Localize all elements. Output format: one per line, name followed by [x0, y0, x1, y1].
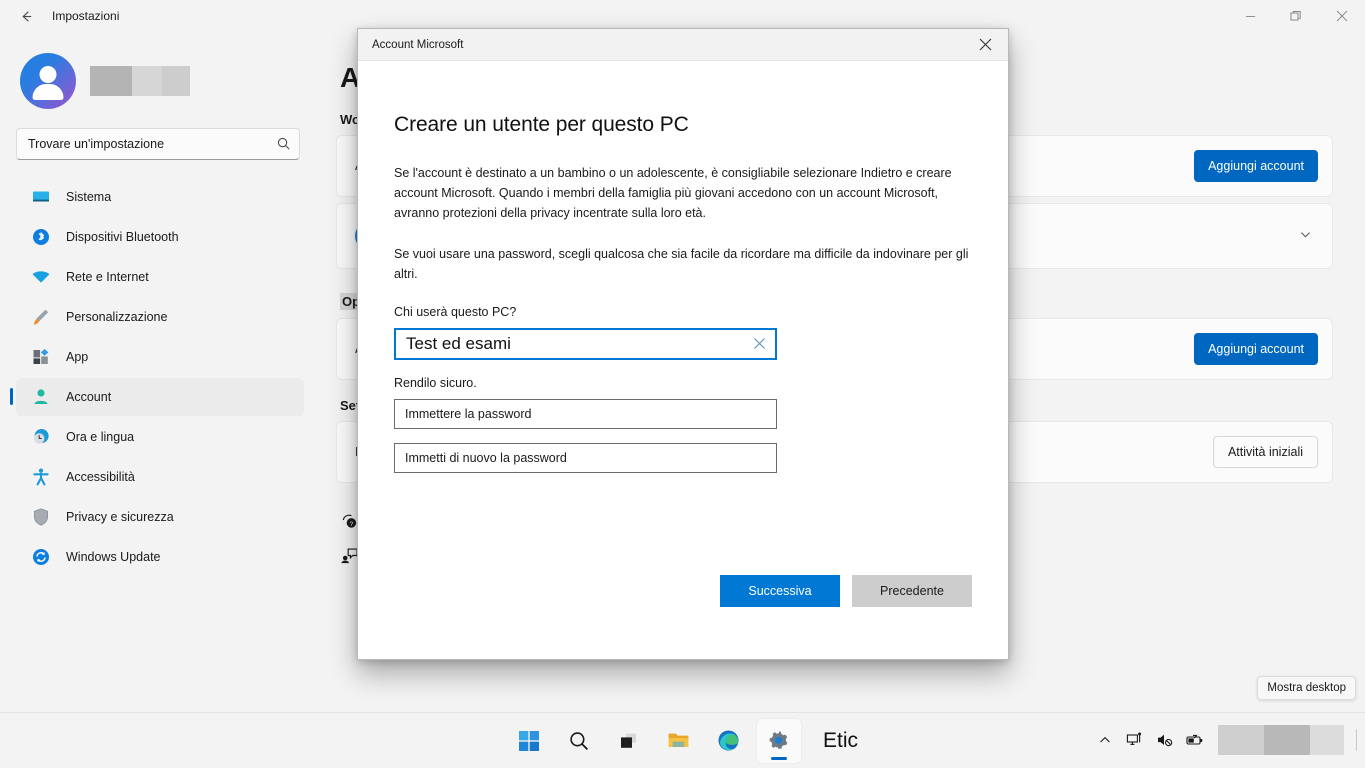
- dialog-body: Creare un utente per questo PC Se l'acco…: [358, 61, 1008, 659]
- sidebar-item-label: Rete e Internet: [66, 270, 149, 284]
- back-arrow-icon[interactable]: [10, 0, 42, 32]
- sidebar-item-privacy-e-sicurezza[interactable]: Privacy e sicurezza: [16, 498, 304, 536]
- search-container: [16, 128, 300, 160]
- sidebar-item-windows-update[interactable]: Windows Update: [16, 538, 304, 576]
- shield-icon: [30, 506, 52, 528]
- username-field-container: [394, 328, 777, 360]
- sidebar-item-label: Accessibilità: [66, 470, 135, 484]
- sidebar-item-label: Dispositivi Bluetooth: [66, 230, 179, 244]
- sidebar-item-label: Personalizzazione: [66, 310, 168, 324]
- edge-icon[interactable]: [707, 719, 751, 763]
- task-view-icon[interactable]: [607, 719, 651, 763]
- network-icon[interactable]: [1122, 725, 1148, 755]
- add-account-button[interactable]: Aggiungi account: [1194, 150, 1318, 182]
- screen: Impostazioni Trovare un'impostazione Sis…: [0, 0, 1365, 768]
- sidebar-item-ora-e-lingua[interactable]: Ora e lingua: [16, 418, 304, 456]
- file-explorer-icon[interactable]: [657, 719, 701, 763]
- search-input[interactable]: [16, 128, 300, 160]
- clock-redacted[interactable]: [1218, 725, 1344, 755]
- secure-label: Rendilo sicuro.: [394, 376, 477, 390]
- close-icon[interactable]: [962, 29, 1008, 61]
- next-button[interactable]: Successiva: [720, 575, 840, 607]
- sidebar-item-accessibilita[interactable]: Accessibilità: [16, 458, 304, 496]
- sidebar-item-rete-e-internet[interactable]: Rete e Internet: [16, 258, 304, 296]
- sidebar-item-app[interactable]: App: [16, 338, 304, 376]
- taskbar-app-text: Etic: [822, 728, 858, 752]
- sidebar: Sistema Dispositivi Bluetooth Rete e Int…: [0, 32, 320, 712]
- paintbrush-icon: [30, 306, 52, 328]
- system-tray: [1092, 712, 1357, 768]
- sidebar-item-label: App: [66, 350, 89, 364]
- password-input[interactable]: [394, 399, 777, 429]
- tray-divider: [1356, 729, 1357, 751]
- dialog-paragraph-2: Se vuoi usare una password, scegli qualc…: [394, 247, 969, 281]
- sidebar-nav: Sistema Dispositivi Bluetooth Rete e Int…: [10, 178, 304, 576]
- taskbar: Etic: [0, 712, 1365, 768]
- show-desktop-tooltip[interactable]: Mostra desktop: [1257, 676, 1356, 700]
- sidebar-item-label: Account: [66, 390, 112, 404]
- restore-button[interactable]: [1273, 0, 1319, 32]
- add-account-button[interactable]: Aggiungi account: [1194, 333, 1318, 365]
- wifi-icon: [30, 266, 52, 288]
- accessibility-icon: [30, 466, 52, 488]
- dialog-heading: Creare un utente per questo PC: [394, 113, 689, 136]
- username-label: Chi userà questo PC?: [394, 305, 517, 319]
- sidebar-item-dispositivi-bluetooth[interactable]: Dispositivi Bluetooth: [16, 218, 304, 256]
- sidebar-item-label: Privacy e sicurezza: [66, 510, 174, 524]
- search-icon: [276, 136, 291, 151]
- account-name-redacted: [90, 66, 190, 96]
- speaker-muted-icon[interactable]: [1152, 725, 1178, 755]
- username-input[interactable]: [394, 328, 777, 360]
- window-controls: [1227, 0, 1365, 32]
- sidebar-item-personalizzazione[interactable]: Personalizzazione: [16, 298, 304, 336]
- dialog-titlebar: Account Microsoft: [358, 29, 1008, 61]
- sidebar-item-account[interactable]: Account: [10, 378, 304, 416]
- dialog-actions: Successiva Precedente: [720, 575, 972, 607]
- battery-icon[interactable]: [1182, 725, 1208, 755]
- close-button[interactable]: [1319, 0, 1365, 32]
- dialog-paragraph-1: Se l'account è destinato a un bambino o …: [394, 166, 952, 220]
- apps-icon: [30, 346, 52, 368]
- avatar: [20, 53, 76, 109]
- minimize-button[interactable]: [1227, 0, 1273, 32]
- sidebar-item-label: Sistema: [66, 190, 112, 204]
- bluetooth-icon: [30, 226, 52, 248]
- person-icon: [30, 386, 52, 408]
- microsoft-account-dialog: Account Microsoft Creare un utente per q…: [357, 28, 1009, 660]
- svg-text:?: ?: [350, 521, 354, 528]
- back-button[interactable]: Precedente: [852, 575, 972, 607]
- taskbar-items: Etic: [507, 718, 858, 763]
- get-started-button[interactable]: Attività iniziali: [1212, 436, 1318, 468]
- start-icon[interactable]: [507, 719, 551, 763]
- monitor-icon: [30, 186, 52, 208]
- update-icon: [30, 546, 52, 568]
- dialog-title: Account Microsoft: [372, 38, 464, 51]
- chevron-down-icon[interactable]: [1299, 228, 1312, 244]
- sidebar-item-label: Ora e lingua: [66, 430, 135, 444]
- password-confirm-input[interactable]: [394, 443, 777, 473]
- window-title: Impostazioni: [52, 9, 120, 23]
- search-icon[interactable]: [557, 719, 601, 763]
- profile-block[interactable]: [16, 44, 304, 118]
- sidebar-item-label: Windows Update: [66, 550, 161, 564]
- clear-x-icon[interactable]: [751, 335, 767, 351]
- settings-icon[interactable]: [756, 718, 801, 763]
- clock-globe-icon: [30, 426, 52, 448]
- chevron-up-icon[interactable]: [1092, 725, 1118, 755]
- sidebar-item-sistema[interactable]: Sistema: [16, 178, 304, 216]
